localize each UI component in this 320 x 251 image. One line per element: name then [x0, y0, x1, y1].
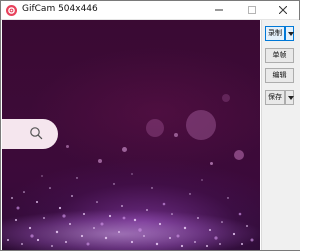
particle-field: [7, 173, 254, 248]
edit-button[interactable]: 编辑: [265, 68, 294, 83]
bokeh-light: [122, 147, 127, 152]
gifcam-app-icon: [6, 5, 17, 16]
bokeh-light: [186, 110, 216, 140]
capture-area[interactable]: [2, 20, 260, 250]
record-button[interactable]: 录制: [265, 26, 285, 41]
chevron-down-icon: [288, 96, 294, 100]
search-pill[interactable]: [2, 119, 58, 149]
bokeh-light: [66, 145, 69, 148]
bokeh-light: [146, 119, 164, 137]
save-button[interactable]: 保存: [265, 90, 285, 105]
bokeh-light: [222, 94, 230, 102]
window-title: GifCam 504x446: [22, 4, 98, 14]
control-panel: 录制 单帧 编辑 保存: [261, 20, 300, 250]
close-icon: [279, 6, 287, 14]
title-bar[interactable]: GifCam 504x446: [1, 1, 299, 20]
maximize-button[interactable]: [238, 2, 266, 18]
search-icon: [30, 127, 43, 140]
chevron-down-icon: [288, 32, 294, 36]
frame-button[interactable]: 单帧: [265, 48, 294, 63]
close-button[interactable]: [269, 2, 297, 18]
maximize-icon: [248, 6, 256, 14]
minimize-icon: [215, 9, 223, 11]
minimize-button[interactable]: [205, 2, 233, 18]
bokeh-light: [174, 133, 178, 137]
record-options-button[interactable]: [285, 26, 294, 41]
gifcam-window: GifCam 504x446 录制 单帧 编辑 保存: [0, 0, 300, 251]
save-options-button[interactable]: [285, 90, 294, 105]
